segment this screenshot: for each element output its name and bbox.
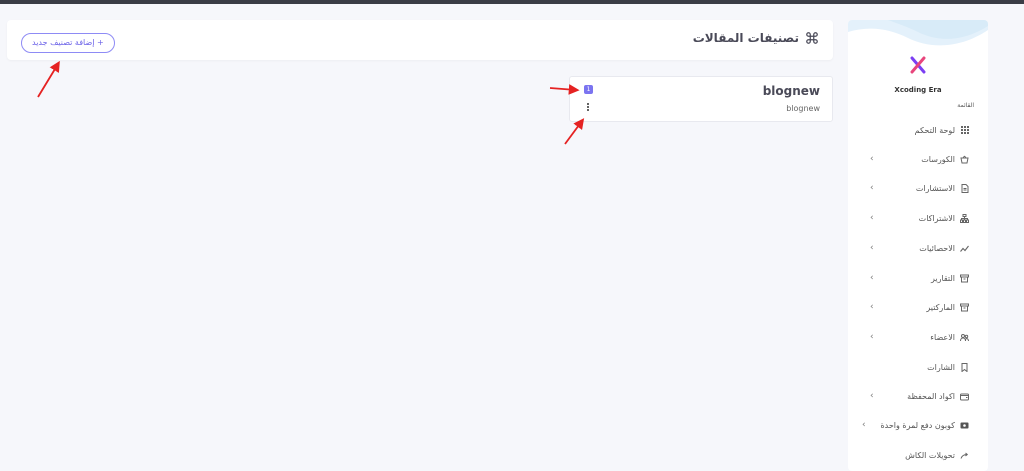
chevron-left-icon: ›	[870, 183, 874, 193]
sidebar-item-courses[interactable]: الكورسات ›	[848, 151, 988, 167]
annotation-arrow	[564, 118, 585, 145]
chevron-left-icon: ›	[870, 391, 874, 401]
sidebar-item-label: الاعضاء	[930, 332, 955, 342]
category-name: blognew	[762, 84, 820, 98]
archive-icon	[960, 303, 969, 312]
top-bar	[0, 0, 1024, 4]
sitemap-icon	[960, 213, 969, 223]
archive-icon	[960, 274, 969, 283]
command-icon	[806, 32, 818, 44]
sidebar-item-wallet-codes[interactable]: اكواد المحفظة ›	[848, 388, 988, 404]
page-title-text: تصنيفات المقالات	[692, 31, 799, 45]
chart-line-icon	[960, 244, 969, 253]
chevron-left-icon: ›	[870, 273, 874, 283]
sidebar-item-label: الاشتراكات	[918, 213, 955, 223]
chevron-left-icon: ›	[862, 420, 866, 430]
sidebar-item-label: لوحة التحكم	[914, 125, 955, 135]
sidebar-item-reports[interactable]: التقارير ›	[848, 270, 988, 286]
chevron-left-icon: ›	[870, 154, 874, 164]
sidebar-item-label: كوبون دفع لمرة واحدة	[880, 420, 955, 430]
sidebar-item-label: اكواد المحفظة	[907, 391, 955, 401]
add-category-button[interactable]: + إضافة تصنيف جديد	[21, 33, 115, 53]
sidebar-item-statistics[interactable]: الاحصائيات ›	[848, 240, 988, 256]
chevron-left-icon: ›	[870, 302, 874, 312]
sidebar-item-badges[interactable]: الشارات	[848, 359, 988, 375]
users-icon	[960, 333, 969, 342]
category-card: blognew blognew 1	[569, 76, 833, 122]
sidebar-item-label: تحويلات الكاش	[905, 450, 955, 460]
sidebar-item-members[interactable]: الاعضاء ›	[848, 329, 988, 345]
category-count-badge: 1	[584, 85, 593, 94]
sidebar-item-label: الشارات	[927, 362, 955, 372]
sidebar-item-label: الكورسات	[921, 154, 955, 164]
wallet-icon	[960, 392, 969, 401]
sidebar-header-wave	[848, 20, 988, 46]
kebab-menu-icon[interactable]	[586, 103, 590, 113]
page-title: تصنيفات المقالات	[693, 31, 819, 45]
menu-caption: القائمة	[957, 102, 974, 109]
bookmark-icon	[960, 362, 969, 372]
sidebar-item-label: الاحصائيات	[919, 243, 955, 253]
category-slug: blognew	[786, 104, 820, 113]
brand-name: Xcoding Era	[894, 86, 942, 94]
sidebar-item-one-time-coupon[interactable]: كوبون دفع لمرة واحدة ›	[848, 417, 988, 433]
annotation-arrow	[37, 60, 60, 98]
sidebar-item-label: الماركتير	[926, 302, 955, 312]
sidebar-item-consultations[interactable]: الاستشارات ›	[848, 180, 988, 196]
sidebar-item-cash-transfers[interactable]: تحويلات الكاش	[848, 447, 988, 463]
transfer-icon	[960, 451, 969, 460]
document-icon	[960, 183, 969, 193]
chevron-left-icon: ›	[870, 213, 874, 223]
sidebar-item-marketers[interactable]: الماركتير ›	[848, 299, 988, 315]
ticket-icon	[960, 421, 969, 430]
basket-icon	[960, 155, 969, 164]
sidebar-item-label: الاستشارات	[915, 183, 955, 193]
grid-icon	[960, 126, 969, 135]
chevron-left-icon: ›	[870, 243, 874, 253]
sidebar-item-dashboard[interactable]: لوحة التحكم	[848, 122, 988, 138]
page-header: تصنيفات المقالات + إضافة تصنيف جديد	[7, 20, 833, 60]
sidebar-item-subscriptions[interactable]: الاشتراكات ›	[848, 210, 988, 226]
sidebar: Xcoding Era القائمة لوحة التحكم الكورسات…	[848, 20, 988, 471]
chevron-left-icon: ›	[870, 332, 874, 342]
sidebar-item-label: التقارير	[930, 273, 955, 283]
brand-logo	[910, 56, 926, 74]
